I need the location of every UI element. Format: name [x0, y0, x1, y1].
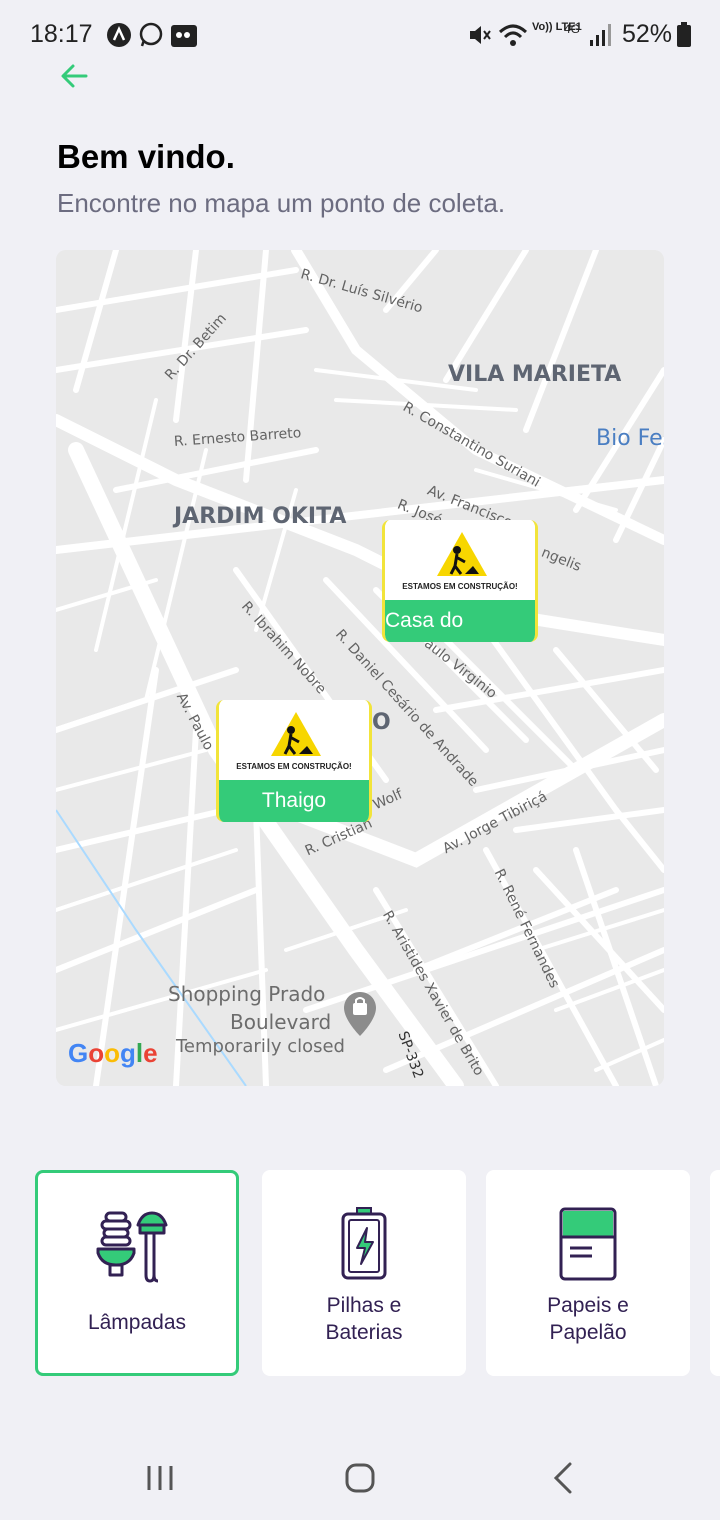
- page-title: Bem vindo.: [57, 138, 235, 175]
- map-marker[interactable]: ESTAMOS EM CONSTRUÇÃO! Thaigo: [216, 700, 372, 822]
- marker-sign-text: ESTAMOS EM CONSTRUÇÃO!: [236, 762, 352, 771]
- item-label: Lâmpadas: [87, 1311, 187, 1334]
- map-area-label: VILA MARIETA: [448, 362, 622, 387]
- marker-caption: Casa do: [385, 600, 535, 642]
- app-notification-icon: [107, 23, 131, 47]
- poi-status: Temporarily closed: [176, 1036, 345, 1057]
- system-navigation-bar: [0, 1436, 720, 1520]
- mute-icon: [470, 26, 491, 44]
- item-card-papeis-papelao[interactable]: Papeis e Papelão: [486, 1170, 690, 1376]
- construction-warning-icon: [271, 712, 321, 756]
- item-label: Papelão: [549, 1321, 627, 1344]
- marker-sign-text: ESTAMOS EM CONSTRUÇÃO!: [402, 582, 518, 591]
- shopping-bag-icon[interactable]: [342, 990, 378, 1038]
- item-label: Pilhas e: [326, 1294, 402, 1317]
- marker-image: ESTAMOS EM CONSTRUÇÃO!: [385, 520, 535, 600]
- item-label: Baterias: [325, 1321, 403, 1344]
- poi-name-line: Shopping Prado: [168, 982, 326, 1006]
- item-card-lampadas[interactable]: Lâmpadas: [35, 1170, 239, 1376]
- battery-status-icon: [677, 22, 691, 47]
- signal-icon: [590, 24, 611, 46]
- marker-caption: Thaigo: [219, 780, 369, 822]
- voicemail-icon: [171, 25, 197, 47]
- battery-icon: [341, 1207, 387, 1280]
- status-time: 18:17: [30, 20, 93, 48]
- construction-warning-icon: [437, 532, 487, 576]
- item-card-next-partial[interactable]: [710, 1170, 720, 1376]
- paper-icon: [559, 1207, 617, 1281]
- google-logo: Google: [68, 1038, 158, 1068]
- home-icon[interactable]: [340, 1458, 380, 1498]
- map-partial-letter: O: [372, 710, 391, 735]
- items-carousel[interactable]: Lâmpadas Pilhas e Baterias Papeis e Pape…: [0, 1170, 720, 1382]
- map-area-label: JARDIM OKITA: [174, 504, 347, 529]
- item-card-pilhas-baterias[interactable]: Pilhas e Baterias: [262, 1170, 466, 1376]
- network-type: 4G: [564, 22, 581, 36]
- recent-apps-icon[interactable]: [140, 1458, 180, 1498]
- item-label: Papeis e: [547, 1294, 629, 1317]
- map-poi-partial-label: Bio Fes: [596, 426, 664, 451]
- lamp-icon: [96, 1211, 168, 1283]
- poi-name[interactable]: Shopping Prado Boulevard: [168, 980, 331, 1036]
- whatsapp-icon: [139, 22, 163, 47]
- wifi-icon: [498, 24, 528, 46]
- battery-percent: 52%: [622, 20, 673, 48]
- back-nav-icon[interactable]: [544, 1458, 584, 1498]
- page-subtitle: Encontre no mapa um ponto de coleta.: [57, 188, 506, 218]
- marker-image: ESTAMOS EM CONSTRUÇÃO!: [219, 700, 369, 780]
- map-marker[interactable]: ESTAMOS EM CONSTRUÇÃO! Casa do: [382, 520, 538, 642]
- back-arrow-icon[interactable]: [56, 58, 92, 94]
- poi-name-line: Boulevard: [230, 1010, 332, 1034]
- map-view[interactable]: VILA MARIETA JARDIM OKITA Bio Fes O R. D…: [56, 250, 664, 1086]
- status-bar: 18:17 Vo)) LTE1 4G 52%: [0, 0, 720, 70]
